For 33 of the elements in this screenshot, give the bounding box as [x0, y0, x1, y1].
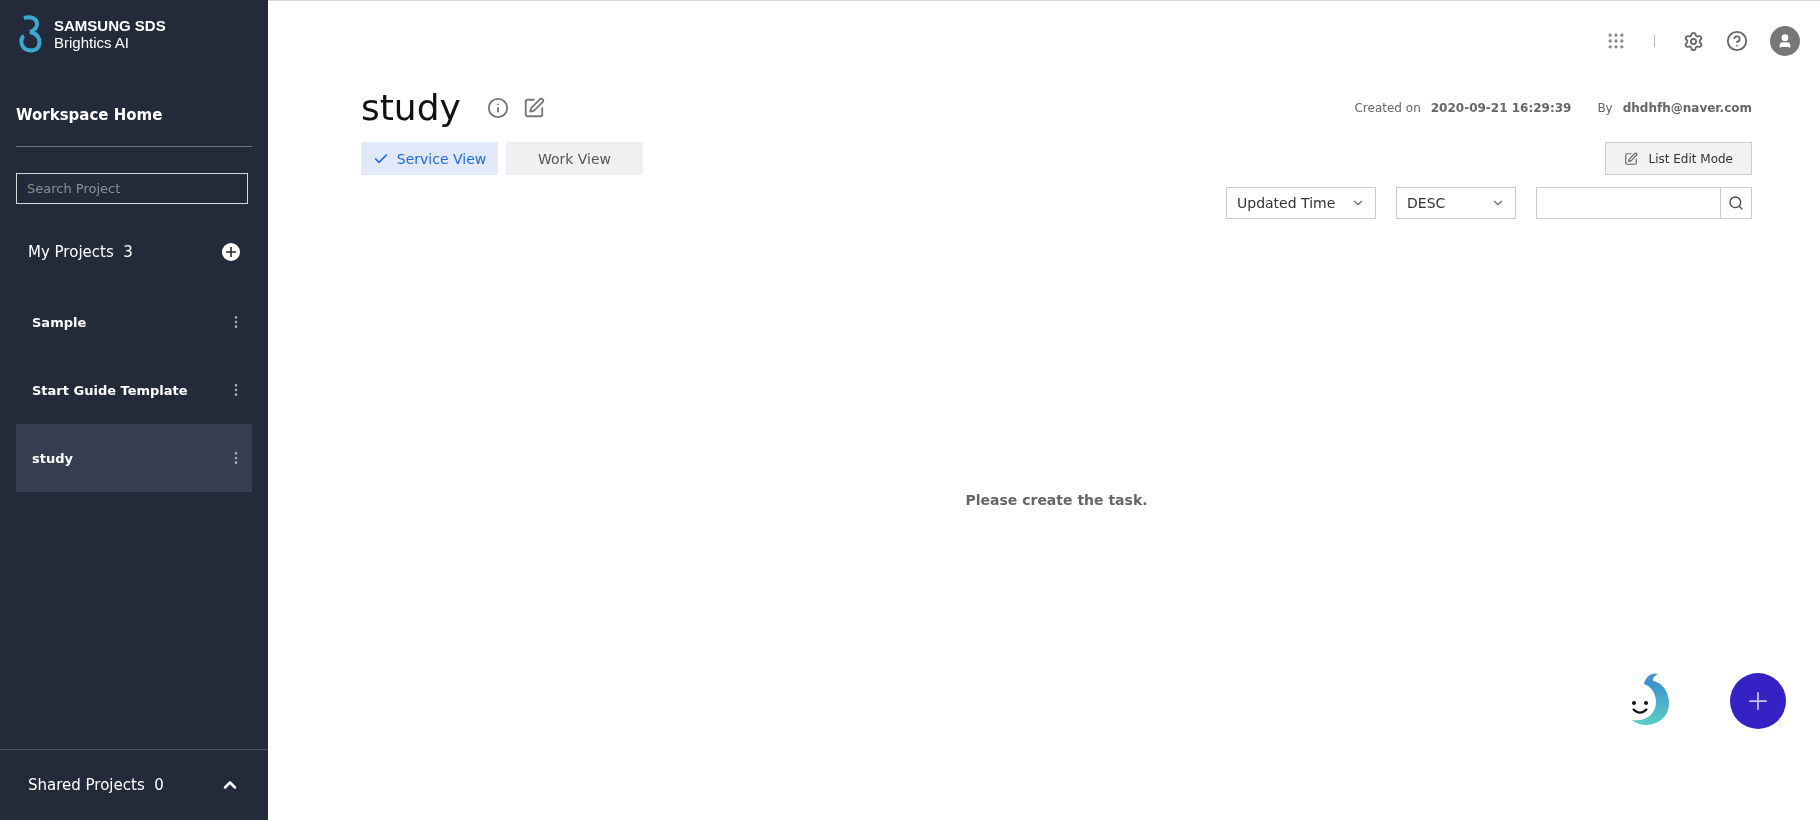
created-date: 2020-09-21 16:29:39	[1430, 100, 1572, 115]
project-item[interactable]: Sample	[16, 288, 252, 356]
my-projects-label: My Projects 3	[28, 243, 133, 261]
search-project-field[interactable]: Search Project	[16, 173, 248, 204]
sort-order-dropdown[interactable]: DESC	[1396, 187, 1516, 219]
project-item[interactable]: Start Guide Template	[16, 356, 252, 424]
view-tab[interactable]: Service View	[361, 142, 498, 175]
logo-icon	[18, 14, 44, 54]
help-icon[interactable]	[1726, 30, 1748, 52]
author-email: dhdhfh@naver.com	[1622, 100, 1752, 115]
shared-projects-label: Shared Projects 0	[28, 776, 164, 794]
project-item[interactable]: study	[16, 424, 252, 492]
user-icon	[1777, 33, 1793, 49]
sort-field-dropdown[interactable]: Updated Time	[1226, 187, 1376, 219]
list-edit-mode-button[interactable]: List Edit Mode	[1605, 142, 1752, 175]
logo-text: Brightics AI	[54, 34, 131, 51]
settings-icon[interactable]	[1683, 30, 1704, 52]
created-label: Created on	[1354, 100, 1421, 115]
logo-text: SAMSUNG SDS	[54, 17, 166, 34]
user-avatar[interactable]	[1770, 26, 1800, 56]
add-project-icon[interactable]	[222, 243, 240, 261]
empty-message: Please create the task.	[965, 491, 1148, 508]
by-label: By	[1597, 100, 1613, 115]
info-icon[interactable]	[486, 96, 509, 119]
view-tab[interactable]: Work View	[506, 142, 643, 175]
search-icon	[1728, 195, 1744, 211]
project-title: study	[361, 87, 461, 128]
edit-icon[interactable]	[522, 96, 545, 119]
apps-grid-icon[interactable]	[1606, 31, 1626, 51]
add-task-button[interactable]	[1730, 673, 1786, 729]
workspace-home-link[interactable]: Workspace Home	[16, 106, 252, 147]
edit-icon	[1624, 151, 1639, 166]
task-search-field[interactable]	[1536, 187, 1752, 219]
